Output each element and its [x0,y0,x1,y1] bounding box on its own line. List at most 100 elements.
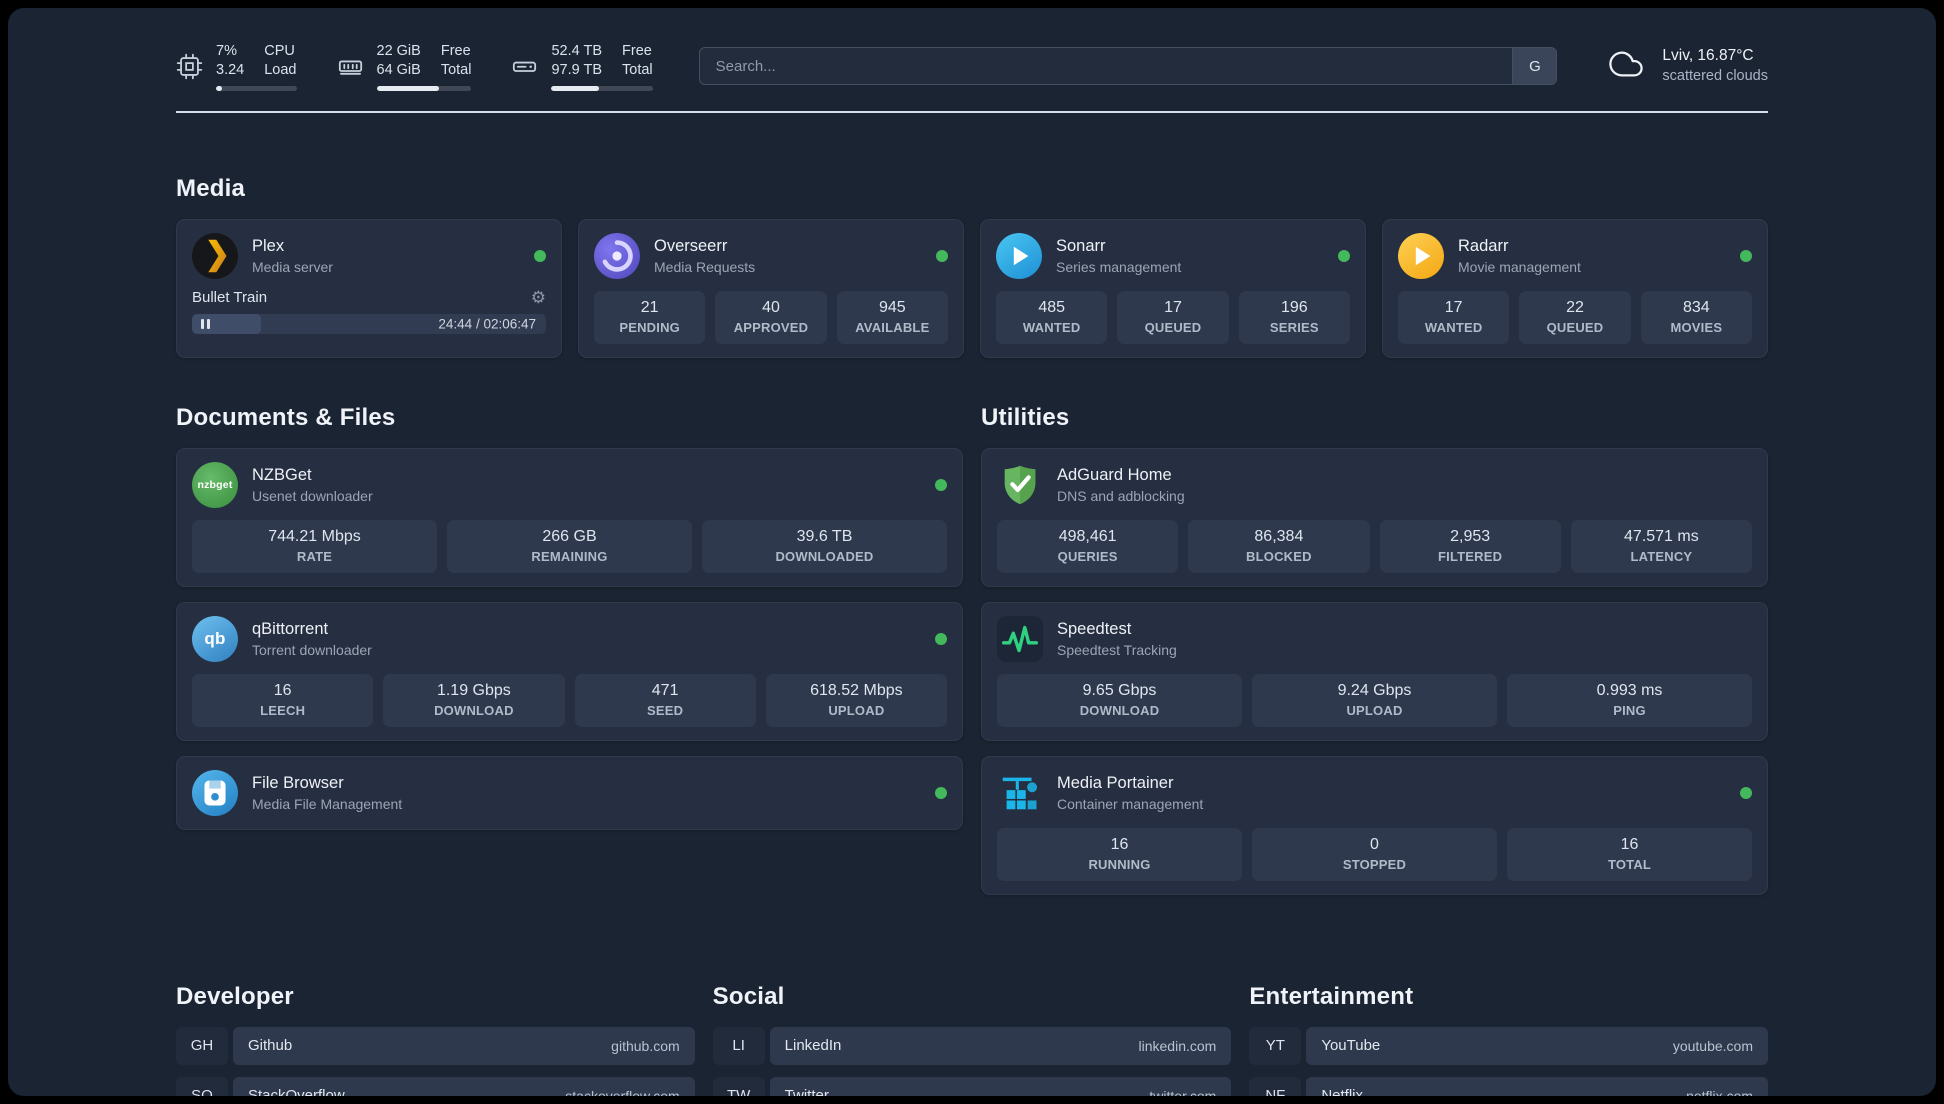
service-description: Movie management [1458,258,1581,275]
service-card-radarr[interactable]: Radarr Movie management 17 WANTED 22 QUE… [1382,218,1768,358]
stat-label: BLOCKED [1246,548,1312,564]
bookmark-youtube[interactable]: YT YouTube youtube.com [1249,1026,1768,1065]
cpu-label: CPU [264,43,295,59]
service-card-filebrowser[interactable]: File Browser Media File Management [176,755,963,830]
qbittorrent-icon: qb [192,615,238,662]
service-name: Media Portainer [1057,773,1174,792]
service-card-qbittorrent[interactable]: qb qBittorrent Torrent downloader 16 LEE… [176,601,963,741]
playback-progress-bar[interactable]: 24:44 / 02:06:47 [192,313,546,334]
stat-value: 0 [1370,835,1379,853]
stat-label: WANTED [1424,319,1483,335]
service-card-overseerr[interactable]: Overseerr Media Requests 21 PENDING 40 A… [578,218,964,358]
stat-label: FILTERED [1438,548,1503,564]
stat-value: 21 [640,298,659,316]
bookmark-github[interactable]: GH Github github.com [176,1026,695,1065]
bookmark-name: Netflix [1321,1087,1364,1096]
stat-label: UPLOAD [1346,702,1403,718]
service-card-sonarr[interactable]: Sonarr Series management 485 WANTED 17 Q… [980,218,1366,358]
stat-value: 86,384 [1254,527,1304,545]
stat-tile: 2,953 FILTERED [1379,519,1561,573]
stat-value: 9.65 Gbps [1082,681,1157,699]
search-input[interactable] [698,47,1558,86]
service-card-portainer[interactable]: Media Portainer Container management 16 … [981,755,1768,895]
stat-label: DOWNLOADED [775,548,874,564]
bookmark-abbr: YT [1249,1026,1302,1065]
topbar: 7% 3.24 CPU Load 22 GiB 64 GiB Free Tota… [8,8,1936,91]
bookmark-stackoverflow[interactable]: SO StackOverflow stackoverflow.com [176,1076,695,1096]
search-engine-button[interactable]: G [1512,48,1557,85]
filebrowser-icon [192,769,238,816]
cpu-percent: 7% [216,43,237,59]
stat-value: 17 [1164,298,1182,316]
service-name: Sonarr [1056,236,1106,255]
stat-tile: 744.21 Mbps RATE [192,519,437,573]
stat-label: WANTED [1022,319,1081,335]
stat-value: 834 [1682,298,1710,316]
service-name: Radarr [1458,236,1509,255]
stat-label: RUNNING [1088,856,1151,872]
service-name: File Browser [252,773,344,792]
service-card-adguard[interactable]: AdGuard Home DNS and adblocking 498,461 … [981,447,1768,587]
stat-label: MOVIES [1670,319,1723,335]
stat-value: 498,461 [1058,527,1117,545]
weather-condition: scattered clouds [1662,68,1768,85]
bookmark-domain: netflix.com [1686,1087,1753,1096]
stat-label: REMAINING [531,548,608,564]
stat-value: 945 [878,298,906,316]
stat-value: 2,953 [1450,527,1491,545]
bookmark-abbr: TW [712,1076,765,1096]
stat-value: 39.6 TB [796,527,853,545]
stat-tile: 945 AVAILABLE [836,290,948,344]
bookmark-domain: youtube.com [1672,1037,1753,1054]
stat-tile: 471 SEED [574,673,756,727]
stat-tile: 16 RUNNING [997,827,1242,881]
service-description: Media File Management [252,795,403,812]
section-media: Media Plex Media server Bullet Train ⚙ 2… [176,175,1768,358]
service-card-nzbget[interactable]: nzbget NZBGet Usenet downloader 744.21 M… [176,447,963,587]
speedtest-icon [997,615,1043,662]
memory-free-label: Free [440,43,471,59]
stat-tile: 9.65 Gbps DOWNLOAD [997,673,1242,727]
service-description: Speedtest Tracking [1057,641,1177,658]
bookmark-netflix[interactable]: NF Netflix netflix.com [1249,1076,1768,1096]
service-description: Media Requests [654,258,756,275]
bookmark-twitter[interactable]: TW Twitter twitter.com [712,1076,1232,1096]
stat-label: RATE [296,548,333,564]
stat-value: 16 [1620,835,1639,853]
cpu-widget: 7% 3.24 CPU Load [176,42,297,91]
weather-widget[interactable]: Lviv, 16.87°C scattered clouds [1603,46,1768,86]
stat-label: STOPPED [1342,856,1407,872]
stat-tile: 0 STOPPED [1252,827,1497,881]
memory-icon [337,53,364,80]
stat-value: 40 [762,298,780,316]
bookmark-abbr: GH [176,1026,228,1065]
stat-label: QUEUED [1144,319,1202,335]
service-card-plex[interactable]: Plex Media server Bullet Train ⚙ 24:44 /… [176,218,562,358]
nzbget-icon-text: nzbget [197,478,233,491]
bookmark-name: LinkedIn [784,1037,842,1055]
bookmark-name: StackOverflow [248,1087,345,1096]
service-description: Series management [1056,258,1182,275]
weather-location: Lviv, 16.87°C [1662,47,1754,65]
memory-total-label: Total [440,61,472,78]
stat-label: LEECH [260,702,306,718]
stat-tile: 39.6 TB DOWNLOADED [702,519,947,573]
section-title-media: Media [176,174,246,202]
disk-free-label: Free [622,43,652,59]
memory-free-value: 22 GiB [376,43,421,59]
stat-tile: 1.19 Gbps DOWNLOAD [383,673,565,727]
disk-total-label: Total [622,61,653,78]
service-description: Torrent downloader [252,641,372,658]
gear-icon[interactable]: ⚙ [531,289,546,306]
section-title-developer: Developer [176,982,294,1010]
progress-fill [216,85,222,91]
pause-icon[interactable] [201,318,210,329]
dashboard: 7% 3.24 CPU Load 22 GiB 64 GiB Free Tota… [8,8,1936,1096]
service-card-speedtest[interactable]: Speedtest Speedtest Tracking 9.65 Gbps D… [981,601,1768,741]
status-dot [1338,249,1350,262]
bookmark-linkedin[interactable]: LI LinkedIn linkedin.com [712,1026,1232,1065]
stat-label: QUERIES [1057,548,1118,564]
status-dot [1740,786,1752,799]
stat-tile: 485 WANTED [996,290,1108,344]
bookmark-name: Twitter [784,1087,829,1096]
